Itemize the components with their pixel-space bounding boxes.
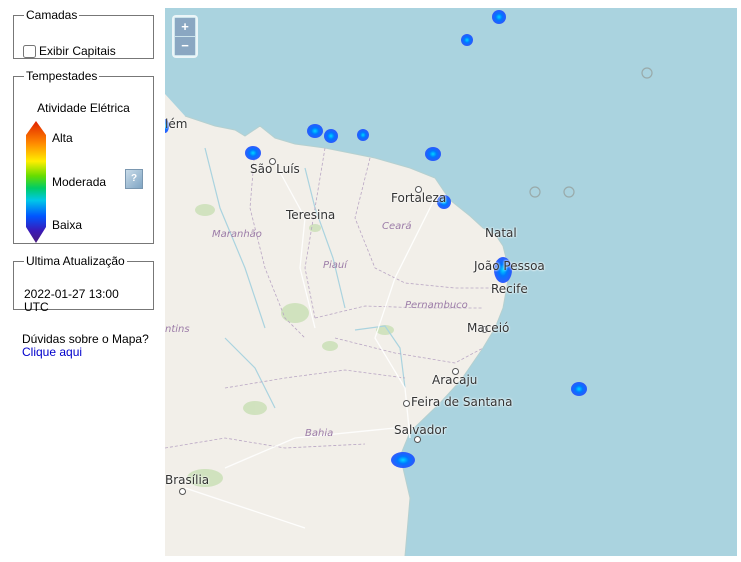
update-legend: Ultima Atualização — [26, 254, 125, 268]
show-capitals-toggle[interactable]: Exibir Capitais — [23, 44, 116, 58]
storms-legend: Tempestades — [26, 69, 98, 83]
city-label-belem: lém — [165, 117, 188, 131]
faq-block: Dúvidas sobre o Mapa? Clique aqui — [22, 333, 149, 359]
storm-map[interactable]: + − lém São Luís Teresina Fortaleza Nata… — [165, 8, 737, 556]
land-mass — [165, 94, 509, 556]
city-label-brasilia: Brasília — [165, 473, 210, 487]
capital-marker — [179, 488, 186, 495]
state-label-ceara: Ceará — [382, 221, 412, 232]
state-label-maranhao: Maranhão — [212, 229, 262, 240]
storm-cell — [391, 452, 415, 468]
city-label-teresina: Teresina — [286, 208, 336, 222]
level-high-label: Alta — [52, 131, 73, 145]
city-label-joao-pessoa: João Pessoa — [474, 259, 545, 273]
faq-link[interactable]: Clique aqui — [22, 345, 82, 359]
show-capitals-checkbox[interactable] — [23, 44, 36, 58]
update-timestamp: 2022-01-27 13:00 UTC — [24, 287, 119, 314]
storm-cell — [425, 147, 441, 161]
electric-activity-title: Atividade Elétrica — [37, 101, 130, 115]
storm-cell — [492, 10, 506, 24]
help-icon[interactable]: ? — [125, 169, 143, 189]
state-label-pernambuco: Pernambuco — [405, 300, 468, 311]
show-capitals-label: Exibir Capitais — [39, 44, 116, 58]
city-label-natal: Natal — [485, 226, 517, 240]
city-dot — [414, 436, 421, 443]
map-canvas — [165, 10, 653, 556]
storm-cell — [307, 124, 323, 138]
city-label-recife: Recife — [491, 282, 528, 296]
side-panel: Camadas Exibir Capitais Tempestades Ativ… — [0, 0, 165, 562]
layers-fieldset: Camadas Exibir Capitais — [13, 8, 154, 59]
activity-color-scale — [26, 121, 46, 243]
update-fieldset: Ultima Atualização 2022-01-27 13:00 UTC — [13, 254, 154, 314]
state-label-bahia: Bahia — [305, 428, 334, 439]
storm-cell — [461, 34, 473, 46]
city-label-sao-luis: São Luís — [250, 162, 300, 176]
level-low-label: Baixa — [52, 218, 83, 232]
city-label-feira: Feira de Santana — [411, 395, 513, 409]
state-label-piaui: Piauí — [323, 260, 348, 271]
city-label-maceio: Maceió — [467, 321, 510, 335]
storm-cell — [324, 129, 338, 143]
city-label-salvador: Salvador — [394, 423, 447, 437]
state-label-tocantins: ntins — [165, 324, 190, 335]
city-dot — [403, 400, 410, 407]
zoom-in-button[interactable]: + — [175, 18, 195, 36]
layers-legend: Camadas — [26, 8, 78, 22]
faint-activity-rings — [529, 67, 653, 198]
storm-cell — [245, 146, 261, 160]
zoom-out-button[interactable]: − — [175, 37, 195, 55]
city-label-aracaju: Aracaju — [432, 373, 478, 387]
storm-cell — [357, 129, 369, 141]
city-label-fortaleza: Fortaleza — [391, 191, 447, 205]
zoom-control: + − — [172, 15, 198, 58]
level-moderate-label: Moderada — [52, 175, 107, 189]
storm-cell — [571, 382, 587, 396]
storms-fieldset: Tempestades Atividade Elétrica Alta Mode — [13, 69, 154, 244]
